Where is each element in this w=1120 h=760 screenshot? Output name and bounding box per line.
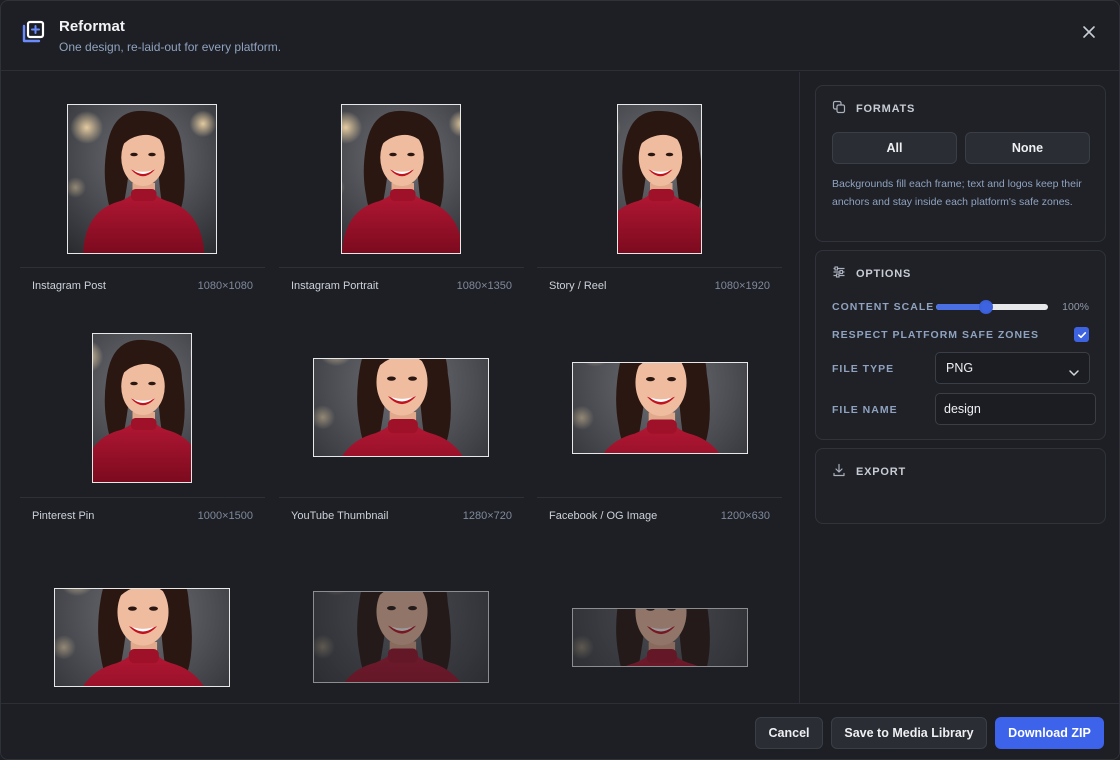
format-preview-image bbox=[313, 358, 489, 457]
format-meta: Pinterest Pin 1000×1500 bbox=[20, 498, 265, 534]
export-heading: EXPORT bbox=[856, 466, 907, 478]
chevron-down-icon bbox=[1067, 361, 1081, 391]
content-scale-label: CONTENT SCALE bbox=[832, 301, 935, 313]
file-type-value: PNG bbox=[946, 361, 974, 375]
slider-handle[interactable] bbox=[979, 300, 993, 314]
thumbnail-area bbox=[279, 302, 524, 498]
file-type-select[interactable]: PNG bbox=[935, 352, 1090, 384]
dialog-title: Reformat bbox=[59, 18, 125, 35]
format-meta: Story / Reel 1080×1920 bbox=[537, 268, 782, 304]
format-name: Facebook / OG Image bbox=[549, 510, 658, 522]
thumbnail-area bbox=[20, 72, 265, 268]
content-scale-slider[interactable] bbox=[936, 300, 1048, 314]
settings-panel: FORMATS All None Backgrounds fill each f… bbox=[801, 72, 1119, 703]
format-meta: Instagram Portrait 1080×1350 bbox=[279, 268, 524, 304]
safe-zones-checkbox[interactable] bbox=[1074, 327, 1089, 342]
export-section: EXPORT bbox=[815, 448, 1106, 524]
save-to-media-library-button[interactable]: Save to Media Library bbox=[831, 717, 987, 749]
select-all-button[interactable]: All bbox=[832, 132, 957, 164]
format-dimensions: 1200×630 bbox=[720, 510, 770, 522]
format-preview-image bbox=[617, 104, 702, 254]
format-meta: Facebook / OG Image 1200×630 bbox=[537, 498, 782, 534]
format-grid: Instagram Post 1080×1080 Instagram Portr… bbox=[1, 72, 800, 703]
format-dimensions: 1080×1920 bbox=[714, 280, 770, 292]
format-name: Instagram Portrait bbox=[291, 280, 379, 292]
safe-zones-label: RESPECT PLATFORM SAFE ZONES bbox=[832, 329, 1040, 341]
formats-note: Backgrounds fill each frame; text and lo… bbox=[832, 178, 1082, 208]
format-preview-image bbox=[54, 588, 230, 687]
thumbnail-area bbox=[20, 302, 265, 498]
format-dimensions: 1280×720 bbox=[462, 510, 512, 522]
format-name: Instagram Post bbox=[32, 280, 106, 292]
thumbnail-area bbox=[20, 532, 265, 703]
content-scale-value: 100% bbox=[1062, 301, 1089, 313]
dialog-footer: Cancel Save to Media Library Download ZI… bbox=[1, 703, 1119, 759]
thumbnail-area bbox=[537, 532, 782, 703]
format-preview-image bbox=[313, 591, 489, 683]
options-heading: OPTIONS bbox=[856, 268, 912, 280]
format-preview-image bbox=[92, 333, 192, 483]
options-section-header: OPTIONS bbox=[832, 265, 912, 284]
format-name: Pinterest Pin bbox=[32, 510, 95, 522]
format-preview-image bbox=[341, 104, 461, 254]
file-type-label: FILE TYPE bbox=[832, 363, 895, 375]
file-name-input[interactable]: design bbox=[935, 393, 1096, 425]
formats-section-header: FORMATS bbox=[832, 100, 916, 119]
thumbnail-area bbox=[279, 532, 524, 703]
formats-heading: FORMATS bbox=[856, 103, 916, 115]
select-none-button[interactable]: None bbox=[965, 132, 1090, 164]
format-name: YouTube Thumbnail bbox=[291, 510, 389, 522]
format-dimensions: 1080×1080 bbox=[197, 280, 253, 292]
dialog-subtitle: One design, re-laid-out for every platfo… bbox=[59, 40, 282, 54]
thumbnail-area bbox=[537, 302, 782, 498]
download-icon bbox=[832, 463, 846, 482]
format-preview-image bbox=[67, 104, 217, 254]
file-name-label: FILE NAME bbox=[832, 404, 898, 416]
options-section: OPTIONS CONTENT SCALE 100% RESPECT PLATF… bbox=[815, 250, 1106, 440]
format-meta: Instagram Post 1080×1080 bbox=[20, 268, 265, 304]
dialog-header: Reformat One design, re-laid-out for eve… bbox=[1, 1, 1119, 71]
format-name: Story / Reel bbox=[549, 280, 607, 292]
check-icon bbox=[1077, 331, 1086, 338]
reformat-dialog: Reformat One design, re-laid-out for eve… bbox=[0, 0, 1120, 760]
close-icon[interactable] bbox=[1079, 22, 1099, 42]
reformat-logo-icon bbox=[21, 20, 45, 44]
thumbnail-area bbox=[537, 72, 782, 268]
format-preview-image bbox=[572, 362, 748, 454]
sliders-icon bbox=[832, 265, 846, 284]
thumbnail-area bbox=[279, 72, 524, 268]
format-dimensions: 1000×1500 bbox=[197, 510, 253, 522]
format-meta: YouTube Thumbnail 1280×720 bbox=[279, 498, 524, 534]
copy-icon bbox=[832, 100, 846, 119]
download-zip-button[interactable]: Download ZIP bbox=[995, 717, 1104, 749]
format-preview-image bbox=[572, 608, 748, 667]
export-section-header: EXPORT bbox=[832, 463, 907, 482]
format-dimensions: 1080×1350 bbox=[456, 280, 512, 292]
formats-section: FORMATS All None Backgrounds fill each f… bbox=[815, 85, 1106, 242]
cancel-button[interactable]: Cancel bbox=[755, 717, 823, 749]
